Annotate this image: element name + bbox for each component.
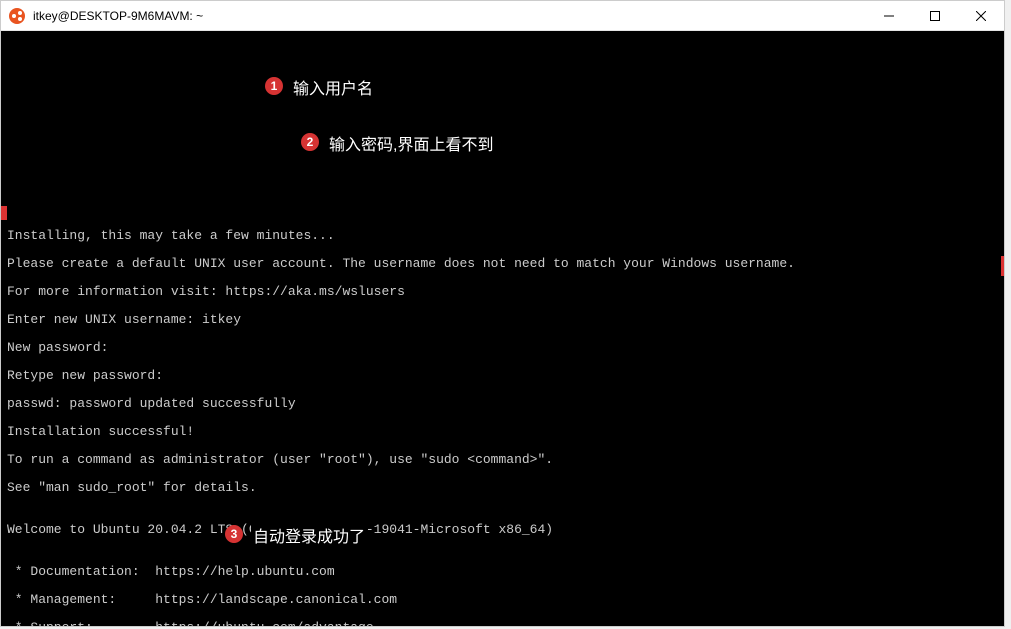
marker-2: 2 — [301, 133, 319, 151]
marker-3: 3 — [225, 525, 243, 543]
term-line: Installation successful! — [7, 425, 998, 439]
maximize-icon — [930, 11, 940, 21]
annotation-3: 自动登录成功了 — [251, 523, 367, 547]
term-line: passwd: password updated successfully — [7, 397, 998, 411]
term-line: * Management: https://landscape.canonica… — [7, 593, 998, 607]
titlebar[interactable]: itkey@DESKTOP-9M6MAVM: ~ — [1, 1, 1004, 31]
term-line: * Support: https://ubuntu.com/advantage — [7, 621, 998, 626]
term-line: Welcome to Ubuntu 20.04.2 LTS (GNU/Linux… — [7, 523, 998, 537]
app-window: itkey@DESKTOP-9M6MAVM: ~ 1 输入用户名 2 输入密码,… — [0, 0, 1005, 627]
annotation-1: 输入用户名 — [291, 75, 375, 99]
close-icon — [976, 11, 986, 21]
term-line: * Documentation: https://help.ubuntu.com — [7, 565, 998, 579]
term-line: Please create a default UNIX user accoun… — [7, 257, 998, 271]
term-line: Retype new password: — [7, 369, 998, 383]
ubuntu-icon — [9, 8, 25, 24]
minimize-button[interactable] — [866, 1, 912, 30]
term-line: For more information visit: https://aka.… — [7, 285, 998, 299]
term-line: See "man sudo_root" for details. — [7, 481, 998, 495]
term-line: New password: — [7, 341, 998, 355]
red-mark-right — [1001, 256, 1004, 276]
maximize-button[interactable] — [912, 1, 958, 30]
close-button[interactable] — [958, 1, 1004, 30]
term-line: Enter new UNIX username: itkey — [7, 313, 998, 327]
window-title: itkey@DESKTOP-9M6MAVM: ~ — [33, 9, 866, 23]
marker-1: 1 — [265, 77, 283, 95]
term-line: Installing, this may take a few minutes.… — [7, 229, 998, 243]
red-mark-left — [1, 206, 7, 220]
minimize-icon — [884, 11, 894, 21]
window-controls — [866, 1, 1004, 30]
term-line: To run a command as administrator (user … — [7, 453, 998, 467]
annotation-2: 输入密码,界面上看不到 — [327, 131, 495, 155]
terminal-area[interactable]: 1 输入用户名 2 输入密码,界面上看不到 3 自动登录成功了 Installi… — [1, 31, 1004, 626]
